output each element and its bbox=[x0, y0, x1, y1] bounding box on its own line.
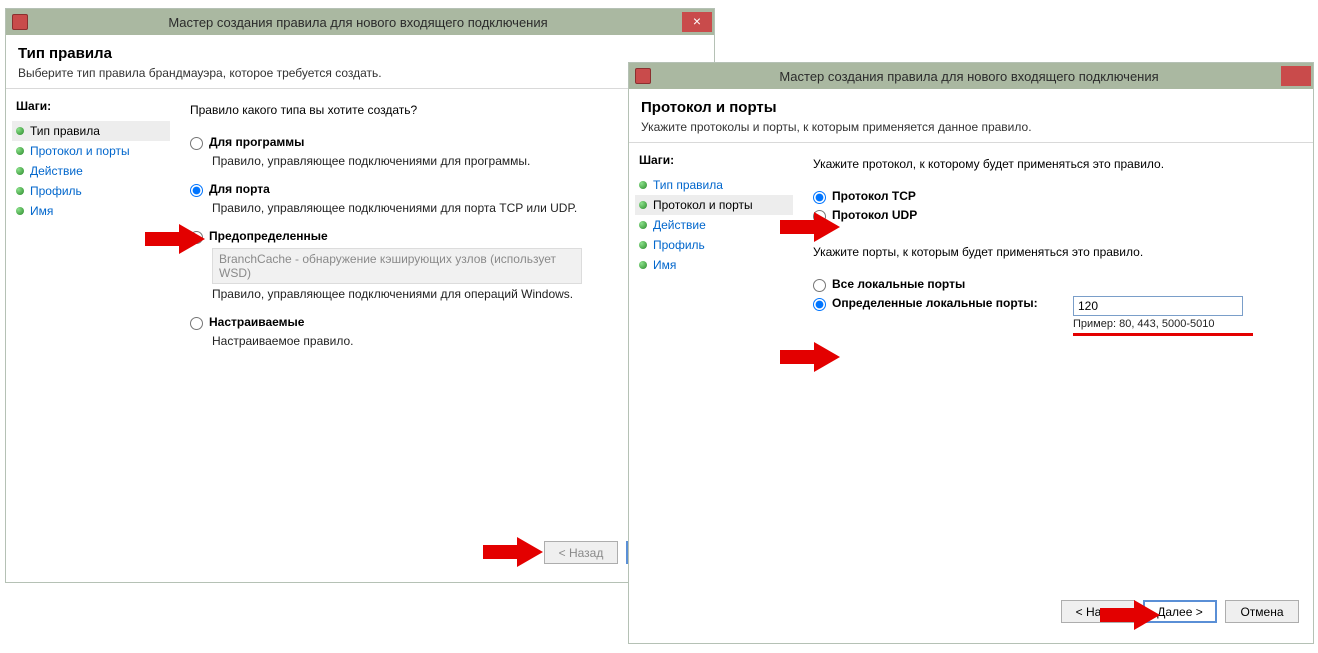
ports-input[interactable] bbox=[1073, 296, 1243, 316]
option-custom[interactable]: Настраиваемые bbox=[190, 315, 700, 330]
step-action[interactable]: Действие bbox=[635, 215, 793, 235]
radio-specific-ports[interactable] bbox=[813, 298, 826, 311]
step-label: Профиль bbox=[653, 238, 705, 252]
firewall-icon bbox=[635, 68, 651, 84]
option-custom-desc: Настраиваемое правило. bbox=[212, 334, 700, 348]
option-tcp[interactable]: Протокол TCP bbox=[813, 189, 1299, 204]
option-label: Для программы bbox=[209, 135, 304, 149]
option-predefined[interactable]: Предопределенные bbox=[190, 229, 700, 244]
cancel-button[interactable]: Отмена bbox=[1225, 600, 1299, 623]
firewall-icon bbox=[12, 14, 28, 30]
radio-port[interactable] bbox=[190, 184, 203, 197]
option-predefined-desc: Правило, управляющее подключениями для о… bbox=[212, 287, 700, 301]
step-label: Тип правила bbox=[30, 124, 100, 138]
step-label: Действие bbox=[653, 218, 706, 232]
step-profile[interactable]: Профиль bbox=[635, 235, 793, 255]
option-label: Определенные локальные порты: bbox=[832, 296, 1038, 310]
wizard-content: Укажите протокол, к которому будет приме… bbox=[799, 143, 1313, 641]
step-label: Тип правила bbox=[653, 178, 723, 192]
bullet-icon bbox=[16, 167, 24, 175]
close-button[interactable] bbox=[1281, 66, 1311, 86]
option-program[interactable]: Для программы bbox=[190, 135, 700, 150]
wizard-footer: < Назад Далее > Отмена bbox=[799, 590, 1313, 635]
ports-hint-text: Пример: 80, 443, 5000-5010 bbox=[1073, 318, 1253, 336]
step-protocol-ports[interactable]: Протокол и порты bbox=[635, 195, 793, 215]
bullet-icon bbox=[639, 201, 647, 209]
option-label: Протокол UDP bbox=[832, 208, 917, 222]
steps-sidebar: Шаги: Тип правила Протокол и порты Дейст… bbox=[6, 89, 176, 582]
option-udp[interactable]: Протокол UDP bbox=[813, 208, 1299, 223]
bullet-icon bbox=[639, 221, 647, 229]
window-title: Мастер создания правила для нового входя… bbox=[34, 15, 682, 30]
radio-program[interactable] bbox=[190, 137, 203, 150]
bullet-icon bbox=[16, 207, 24, 215]
bullet-icon bbox=[639, 241, 647, 249]
option-label: Настраиваемые bbox=[209, 315, 304, 329]
wizard-header: Протокол и порты Укажите протоколы и пор… bbox=[629, 89, 1313, 143]
step-label: Протокол и порты bbox=[653, 198, 753, 212]
step-label: Профиль bbox=[30, 184, 82, 198]
wizard-window-protocol-ports: Мастер создания правила для нового входя… bbox=[628, 62, 1314, 644]
option-label: Для порта bbox=[209, 182, 270, 196]
option-label: Протокол TCP bbox=[832, 189, 916, 203]
step-rule-type[interactable]: Тип правила bbox=[635, 175, 793, 195]
bullet-icon bbox=[16, 127, 24, 135]
page-title: Тип правила bbox=[18, 45, 702, 62]
step-label: Имя bbox=[653, 258, 676, 272]
ports-hint: Пример: 80, 443, 5000-5010 bbox=[1073, 318, 1253, 336]
bullet-icon bbox=[16, 147, 24, 155]
step-name[interactable]: Имя bbox=[635, 255, 793, 275]
wizard-window-rule-type: Мастер создания правила для нового входя… bbox=[5, 8, 715, 583]
bullet-icon bbox=[639, 181, 647, 189]
back-button[interactable]: < Назад bbox=[544, 541, 618, 564]
titlebar[interactable]: Мастер создания правила для нового входя… bbox=[629, 63, 1313, 89]
bullet-icon bbox=[639, 261, 647, 269]
window-title: Мастер создания правила для нового входя… bbox=[657, 69, 1281, 84]
ports-question: Укажите порты, к которым будет применять… bbox=[813, 245, 1299, 259]
next-button[interactable]: Далее > bbox=[1143, 600, 1217, 623]
page-title: Протокол и порты bbox=[641, 99, 1301, 116]
close-button[interactable]: × bbox=[682, 12, 712, 32]
back-button[interactable]: < Назад bbox=[1061, 600, 1135, 623]
wizard-header: Тип правила Выберите тип правила брандма… bbox=[6, 35, 714, 89]
radio-custom[interactable] bbox=[190, 317, 203, 330]
option-port[interactable]: Для порта bbox=[190, 182, 700, 197]
page-subtitle: Выберите тип правила брандмауэра, которо… bbox=[18, 66, 702, 80]
radio-predefined[interactable] bbox=[190, 231, 203, 244]
steps-sidebar: Шаги: Тип правила Протокол и порты Дейст… bbox=[629, 143, 799, 641]
steps-heading: Шаги: bbox=[12, 99, 170, 113]
step-name[interactable]: Имя bbox=[12, 201, 170, 221]
predefined-select[interactable]: BranchCache - обнаружение кэширующих узл… bbox=[212, 248, 582, 284]
step-profile[interactable]: Профиль bbox=[12, 181, 170, 201]
step-label: Действие bbox=[30, 164, 83, 178]
step-label: Протокол и порты bbox=[30, 144, 130, 158]
step-rule-type[interactable]: Тип правила bbox=[12, 121, 170, 141]
radio-all-ports[interactable] bbox=[813, 279, 826, 292]
page-subtitle: Укажите протоколы и порты, к которым при… bbox=[641, 120, 1301, 134]
radio-udp[interactable] bbox=[813, 210, 826, 223]
option-label: Все локальные порты bbox=[832, 277, 965, 291]
step-action[interactable]: Действие bbox=[12, 161, 170, 181]
content-question: Правило какого типа вы хотите создать? bbox=[190, 103, 700, 117]
option-specific-ports[interactable]: Определенные локальные порты: bbox=[813, 296, 1073, 311]
radio-tcp[interactable] bbox=[813, 191, 826, 204]
step-protocol-ports[interactable]: Протокол и порты bbox=[12, 141, 170, 161]
titlebar[interactable]: Мастер создания правила для нового входя… bbox=[6, 9, 714, 35]
steps-heading: Шаги: bbox=[635, 153, 793, 167]
option-label: Предопределенные bbox=[209, 229, 328, 243]
option-all-ports[interactable]: Все локальные порты bbox=[813, 277, 1299, 292]
protocol-question: Укажите протокол, к которому будет приме… bbox=[813, 157, 1299, 171]
bullet-icon bbox=[16, 187, 24, 195]
step-label: Имя bbox=[30, 204, 53, 218]
option-port-desc: Правило, управляющее подключениями для п… bbox=[212, 201, 700, 215]
option-program-desc: Правило, управляющее подключениями для п… bbox=[212, 154, 700, 168]
